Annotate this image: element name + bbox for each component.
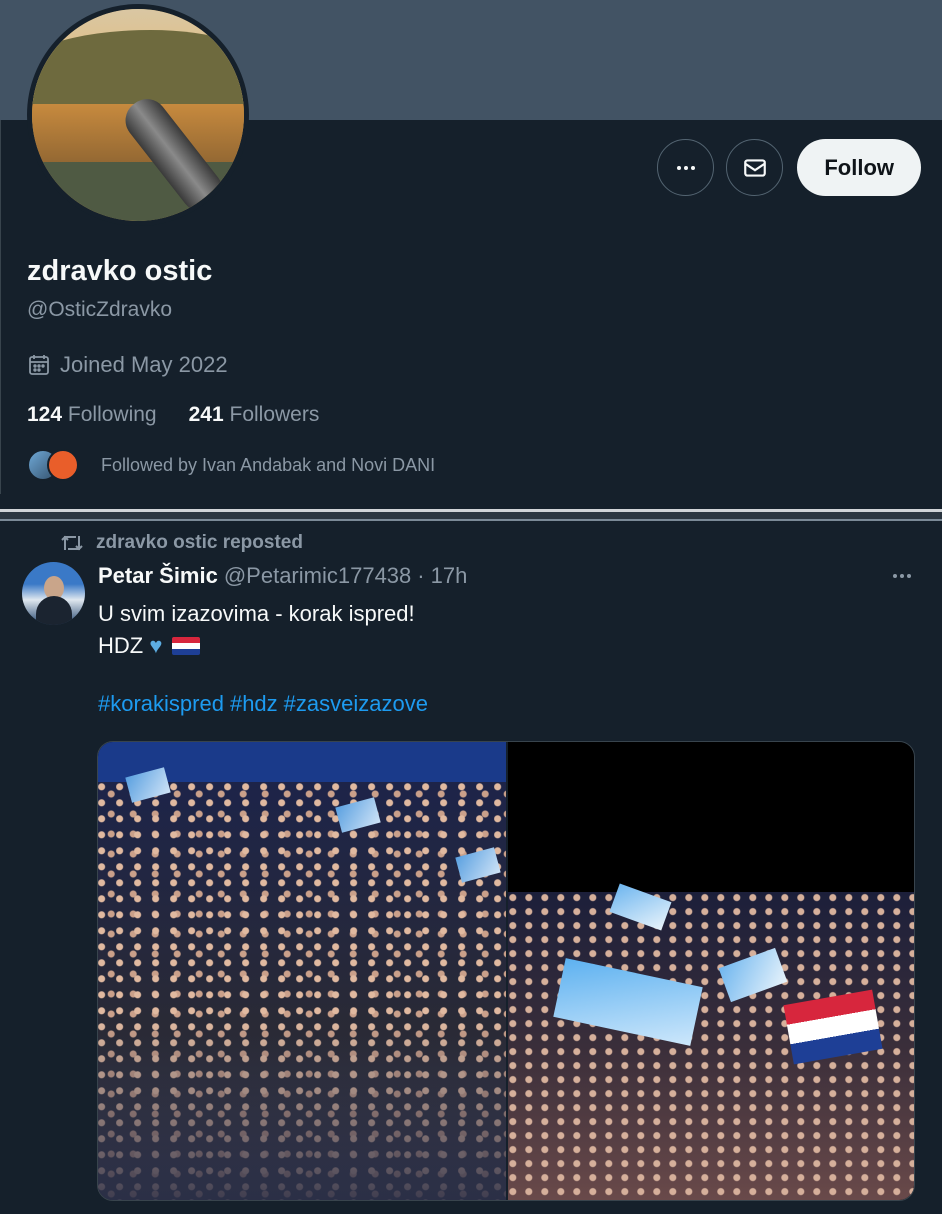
followers-link[interactable]: 241 Followers bbox=[189, 403, 320, 427]
user-handle: @OsticZdravko bbox=[27, 298, 173, 321]
repost-text: zdravko ostic reposted bbox=[96, 532, 303, 553]
followers-label: Followers bbox=[229, 403, 320, 426]
profile-avatar[interactable] bbox=[27, 4, 249, 226]
display-name: zdravko ostic bbox=[27, 255, 213, 287]
following-count: 124 bbox=[27, 403, 63, 426]
profile-actions: Follow bbox=[657, 139, 921, 196]
followers-count: 241 bbox=[188, 403, 224, 426]
more-button[interactable] bbox=[657, 139, 715, 196]
envelope-icon bbox=[744, 158, 766, 177]
repost-icon bbox=[61, 535, 83, 551]
followed-by[interactable]: Followed by Ivan Andabak and Novi DANI bbox=[27, 449, 435, 481]
joined-text: Joined May 2022 bbox=[60, 352, 228, 377]
follow-button[interactable]: Follow bbox=[797, 139, 921, 196]
joined-date: Joined May 2022 bbox=[27, 352, 228, 378]
follow-counts: 124 Following 241 Followers bbox=[27, 403, 319, 427]
calendar-icon bbox=[29, 355, 49, 375]
following-link[interactable]: 124 Following bbox=[27, 403, 157, 427]
post-separator: · bbox=[417, 563, 425, 588]
following-label: Following bbox=[67, 403, 157, 426]
hashtag-link[interactable]: #korakispred bbox=[98, 691, 224, 717]
more-horizontal-icon bbox=[893, 574, 911, 578]
post-text: U svim izazovima - korak ispred! HDZ ♥ bbox=[98, 598, 415, 662]
croatia-flag-icon bbox=[171, 637, 200, 655]
post-author-handle[interactable]: @Petarimic177438 bbox=[224, 563, 411, 589]
followed-by-text: Followed by Ivan Andabak and Novi DANI bbox=[101, 454, 436, 475]
post-line-2: HDZ bbox=[98, 633, 144, 658]
post-photo-2[interactable] bbox=[508, 742, 914, 1200]
hashtag-link[interactable]: #zasveizazove bbox=[284, 691, 428, 717]
follower-avatar bbox=[47, 449, 79, 481]
hashtag-link[interactable]: #hdz bbox=[230, 691, 278, 717]
post-header: Petar Šimic @Petarimic177438 · 17h bbox=[98, 563, 467, 589]
more-horizontal-icon bbox=[676, 165, 695, 170]
post-line-1: U svim izazovima - korak ispred! bbox=[98, 601, 415, 626]
section-divider bbox=[0, 509, 942, 521]
post-author-name[interactable]: Petar Šimic bbox=[98, 563, 218, 589]
post-media bbox=[97, 741, 915, 1201]
post-time[interactable]: 17h bbox=[431, 563, 468, 589]
post-author-avatar[interactable] bbox=[22, 562, 85, 625]
repost-indicator[interactable]: zdravko ostic reposted bbox=[60, 532, 303, 554]
post-more-button[interactable] bbox=[890, 564, 914, 594]
post-photo-1[interactable] bbox=[98, 742, 506, 1200]
post-line-2-wrap: HDZ ♥ bbox=[98, 630, 415, 662]
message-button[interactable] bbox=[726, 139, 784, 196]
blue-heart-icon: ♥ bbox=[149, 633, 163, 658]
post-hashtags: #korakispred #hdz #zasveizazove bbox=[98, 691, 428, 717]
